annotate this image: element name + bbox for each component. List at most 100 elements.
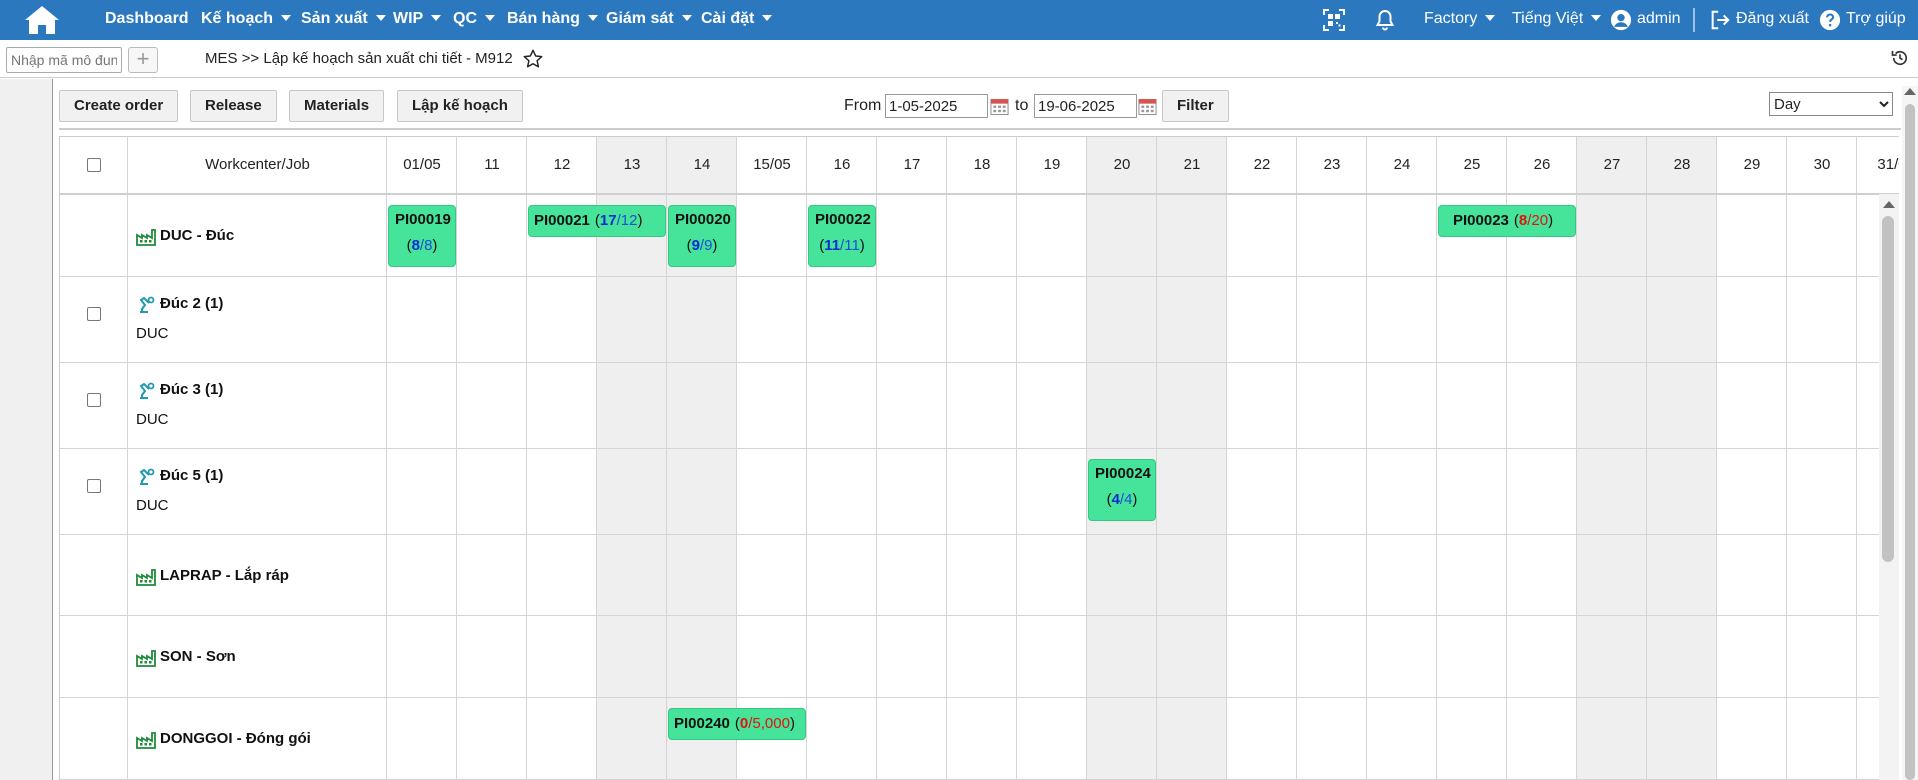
row-divider [60, 697, 1899, 698]
nav-item[interactable]: QC [453, 0, 495, 40]
add-button[interactable]: + [128, 47, 158, 73]
chevron-down-icon [485, 15, 495, 21]
job-done-qty: 8 [411, 237, 420, 254]
workcenter-header: Workcenter/Job [205, 156, 310, 173]
nav-item-label: Giám sát [606, 10, 674, 27]
logout-icon[interactable] [1709, 9, 1731, 31]
nav-item[interactable]: Bán hàng [507, 0, 598, 40]
scroll-up-arrow[interactable] [1904, 88, 1916, 95]
page-scrollbar-thumb[interactable] [1905, 104, 1915, 780]
from-date-input[interactable] [885, 94, 988, 118]
job-chip[interactable]: PI00021 (17/12) [528, 205, 666, 237]
help-link[interactable]: Trợ giúp [1846, 0, 1906, 40]
star-icon[interactable] [522, 48, 544, 70]
row-checkbox[interactable] [87, 393, 101, 407]
nav-item-label: Kế hoạch [201, 10, 274, 27]
day-column [1787, 137, 1857, 780]
row-checkbox[interactable] [87, 479, 101, 493]
day-header: 30 [1813, 156, 1831, 173]
materials-button[interactable]: Materials [289, 90, 385, 122]
job-code: PI00240 [674, 715, 730, 732]
workcenter-name: LAPRAP - Lắp ráp [160, 566, 289, 584]
job-chip[interactable]: PI00024 (4/4) [1088, 459, 1156, 521]
home-icon[interactable] [22, 3, 62, 37]
nav-item[interactable]: Kế hoạch [201, 0, 292, 40]
day-column [1647, 137, 1717, 780]
nav-item-label: Sản xuất [301, 10, 368, 27]
nav-item[interactable]: WIP [393, 0, 442, 40]
job-code: PI00020 [675, 211, 731, 228]
day-header: 23 [1323, 156, 1341, 173]
qr-scan-icon[interactable] [1322, 8, 1346, 32]
factory-menu[interactable]: Factory [1424, 0, 1496, 40]
nav-item-label: WIP [393, 10, 424, 27]
filter-button[interactable]: Filter [1162, 90, 1229, 122]
calendar-icon[interactable] [990, 97, 1009, 116]
robot-arm-icon [139, 382, 155, 399]
job-quantity: (11/11) [819, 237, 865, 254]
job-chip[interactable]: PI00240 (0/5,000) [668, 708, 806, 740]
factory-icon [136, 732, 156, 749]
day-column [1297, 137, 1367, 780]
logout-link[interactable]: Đăng xuất [1736, 0, 1809, 40]
day-header: 21 [1183, 156, 1201, 173]
nav-item[interactable]: Dashboard [105, 0, 189, 40]
machine-name: Đúc 3 (1) [160, 381, 224, 398]
day-column [457, 137, 527, 780]
to-label: to [1015, 97, 1029, 114]
day-header: 28 [1673, 156, 1691, 173]
view-mode-select[interactable]: Day [1769, 92, 1893, 116]
day-header: 12 [553, 156, 571, 173]
left-gutter [0, 79, 53, 780]
nav-item-label: QC [453, 10, 477, 27]
checkbox-column [60, 137, 128, 780]
factory-icon [136, 229, 156, 246]
nav-item[interactable]: Cài đặt [701, 0, 773, 40]
grid-scrollbar-thumb[interactable] [1882, 216, 1894, 562]
module-code-input[interactable] [6, 47, 122, 73]
day-header: 17 [903, 156, 921, 173]
nav-item-label: Bán hàng [507, 10, 580, 27]
robot-arm-icon [139, 296, 155, 313]
nav-item-label: Dashboard [105, 10, 189, 27]
day-header: 15/05 [753, 156, 791, 173]
release-button[interactable]: Release [190, 90, 277, 122]
factory-icon [136, 568, 156, 586]
select-all-checkbox[interactable] [87, 158, 101, 172]
machine-workcenter: DUC [136, 411, 169, 428]
to-date-input[interactable] [1034, 94, 1137, 118]
day-column [877, 137, 947, 780]
job-done-qty: 8 [1518, 212, 1528, 229]
user-name[interactable]: admin [1637, 0, 1681, 40]
day-column [1367, 137, 1437, 780]
job-code: PI00021 [534, 212, 590, 229]
nav-divider [1693, 8, 1695, 32]
language-menu[interactable]: Tiếng Việt [1512, 0, 1602, 40]
history-icon[interactable] [1890, 48, 1910, 68]
scroll-up-arrow[interactable] [1883, 201, 1895, 208]
chevron-down-icon [587, 15, 598, 21]
plan-button[interactable]: Lập kế hoạch [397, 90, 523, 122]
job-chip[interactable]: PI00019 (8/8) [388, 205, 456, 267]
job-total-qty: 12 [620, 212, 638, 229]
chevron-down-icon [1485, 15, 1496, 21]
create-order-button[interactable]: Create order [59, 90, 179, 122]
day-header: 22 [1253, 156, 1271, 173]
job-chip[interactable]: PI00022 (11/11) [808, 205, 876, 267]
help-icon[interactable] [1819, 9, 1841, 31]
workcenter-name: DONGGOI - Đóng gói [160, 730, 311, 747]
bell-icon[interactable] [1373, 8, 1397, 32]
row-checkbox[interactable] [87, 307, 101, 321]
job-done-qty: 17 [599, 212, 617, 229]
machine-workcenter: DUC [136, 325, 169, 342]
job-total-qty: 11 [844, 237, 860, 254]
nav-item[interactable]: Giám sát [606, 0, 692, 40]
top-navbar: Dashboard Kế hoạch Sản xuất WIP QC Bán hàng Gi… [0, 0, 1918, 40]
job-chip[interactable]: PI00020 (9/9) [668, 205, 736, 267]
user-circle-icon[interactable] [1610, 9, 1632, 31]
job-quantity: (8/20) [1513, 212, 1554, 229]
job-chip[interactable]: PI00023 (8/20) [1438, 205, 1576, 237]
chevron-down-icon [762, 15, 773, 21]
calendar-icon[interactable] [1138, 97, 1157, 116]
nav-item[interactable]: Sản xuất [301, 0, 386, 40]
